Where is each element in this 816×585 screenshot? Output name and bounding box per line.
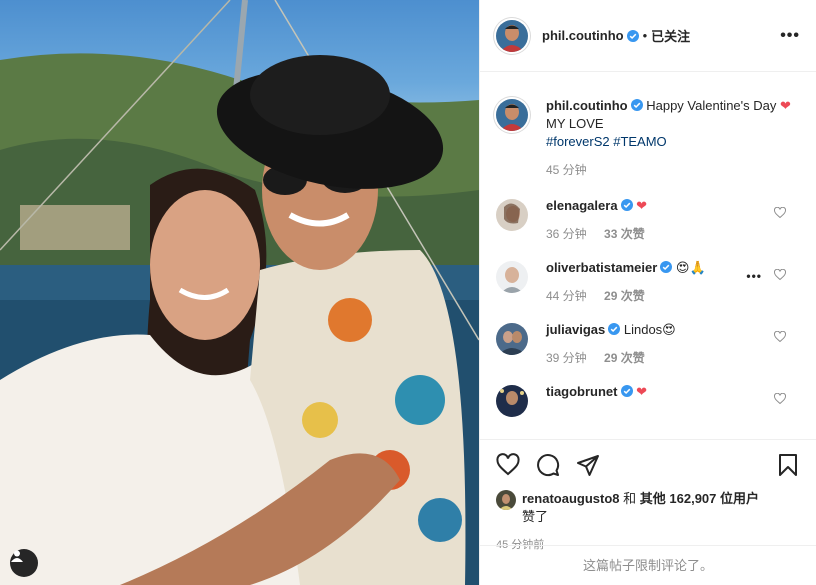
comment-meta: 36 分钟 33 次赞 [546, 225, 772, 243]
heart-outline-icon[interactable] [496, 453, 520, 477]
verified-badge-icon [608, 323, 621, 335]
comment-meta: 39 分钟 29 次赞 [546, 349, 772, 367]
post-actions: renatoaugusto8 和 其他 162,907 位用户 赞了 45 分钟… [480, 439, 816, 552]
comment-row: oliverbatistameier 😍🙏 44 分钟 29 次赞 ••• [496, 259, 800, 305]
comment-like-icon[interactable] [774, 393, 786, 405]
tagged-users-icon[interactable] [10, 549, 38, 577]
verified-badge-icon [620, 199, 633, 211]
comment-likes[interactable]: 29 次赞 [604, 351, 645, 365]
comment-likes[interactable]: 29 次赞 [604, 289, 645, 303]
liker-username[interactable]: renatoaugusto8 [522, 491, 620, 506]
author-username[interactable]: phil.coutinho [542, 28, 624, 43]
caption-text-end: MY LOVE [546, 116, 604, 131]
action-bar [496, 440, 800, 490]
comment-time[interactable]: 36 分钟 [546, 227, 587, 241]
liker-avatar[interactable] [496, 490, 516, 510]
comment-row: tiagobrunet ❤ [496, 383, 800, 417]
comment-content: 😍🙏 [675, 260, 706, 275]
comment-like-icon[interactable] [774, 269, 786, 281]
comment-meta: 44 分钟 29 次赞 [546, 287, 772, 305]
verified-badge-icon [620, 385, 633, 397]
hashtag-link[interactable]: #foreverS2 [546, 134, 610, 149]
post-header: phil.coutinho • 已关注 ••• [480, 0, 816, 72]
caption-text-start: Happy Valentine's Day [646, 98, 777, 113]
caption-time[interactable]: 45 分钟 [546, 163, 587, 177]
comment-like-icon[interactable] [774, 207, 786, 219]
caption-text: phil.coutinho Happy Valentine's Day ❤ MY… [546, 97, 800, 151]
comment-time[interactable]: 44 分钟 [546, 289, 587, 303]
comment-text: tiagobrunet ❤ [546, 383, 772, 401]
bookmark-icon[interactable] [776, 453, 800, 477]
liked-by-summary: renatoaugusto8 和 其他 162,907 位用户 赞了 [496, 490, 800, 526]
author-avatar[interactable] [496, 19, 528, 52]
caption-author-avatar[interactable] [496, 99, 528, 131]
caption: phil.coutinho Happy Valentine's Day ❤ MY… [496, 97, 800, 179]
heart-emoji: ❤ [780, 98, 791, 113]
comment-bubble-icon[interactable] [536, 453, 560, 477]
comment-options-icon[interactable]: ••• [746, 269, 762, 283]
caption-meta: 45 分钟 [546, 161, 800, 179]
hashtag-link[interactable]: #TEAMO [613, 134, 666, 149]
paper-plane-icon[interactable] [576, 453, 600, 477]
likes-conjunction: 和 [623, 491, 637, 506]
post-photo[interactable] [0, 0, 479, 585]
header-separator: • [642, 28, 648, 43]
commenter-username[interactable]: tiagobrunet [546, 384, 618, 399]
verified-badge-icon [626, 29, 639, 42]
commenter-avatar[interactable] [496, 261, 528, 293]
comments-list[interactable]: phil.coutinho Happy Valentine's Day ❤ MY… [480, 73, 816, 439]
comment-content: Lindos😍 [623, 322, 676, 337]
photo-illustration [0, 0, 479, 585]
commenter-username[interactable]: elenagalera [546, 198, 618, 213]
commenter-username[interactable]: oliverbatistameier [546, 260, 657, 275]
commenter-avatar[interactable] [496, 385, 528, 417]
comment-text: juliavigas Lindos😍 [546, 321, 772, 339]
follow-button[interactable]: 已关注 [651, 26, 690, 45]
comment-row: juliavigas Lindos😍 39 分钟 29 次赞 [496, 321, 800, 367]
comment-likes[interactable]: 33 次赞 [604, 227, 645, 241]
comment-text: oliverbatistameier 😍🙏 [546, 259, 772, 277]
likes-verb: 赞了 [522, 509, 549, 524]
caption-author[interactable]: phil.coutinho [546, 98, 628, 113]
comment-row: elenagalera ❤ 36 分钟 33 次赞 [496, 197, 800, 243]
commenter-avatar[interactable] [496, 199, 528, 231]
comment-time[interactable]: 39 分钟 [546, 351, 587, 365]
commenter-avatar[interactable] [496, 323, 528, 355]
more-dots-icon[interactable]: ••• [780, 27, 800, 45]
comments-disabled-notice: 这篇帖子限制评论了。 [480, 545, 816, 585]
likes-others-link[interactable]: 其他 162,907 位用户 [640, 491, 759, 506]
comment-text: elenagalera ❤ [546, 197, 772, 215]
comment-content: ❤ [636, 384, 648, 399]
post-side-panel: phil.coutinho • 已关注 ••• phil.coutinho Ha… [479, 0, 816, 585]
comment-content: ❤ [636, 198, 648, 213]
verified-badge-icon [660, 261, 673, 273]
comment-like-icon[interactable] [774, 331, 786, 343]
verified-badge-icon [630, 99, 643, 111]
commenter-username[interactable]: juliavigas [546, 322, 605, 337]
